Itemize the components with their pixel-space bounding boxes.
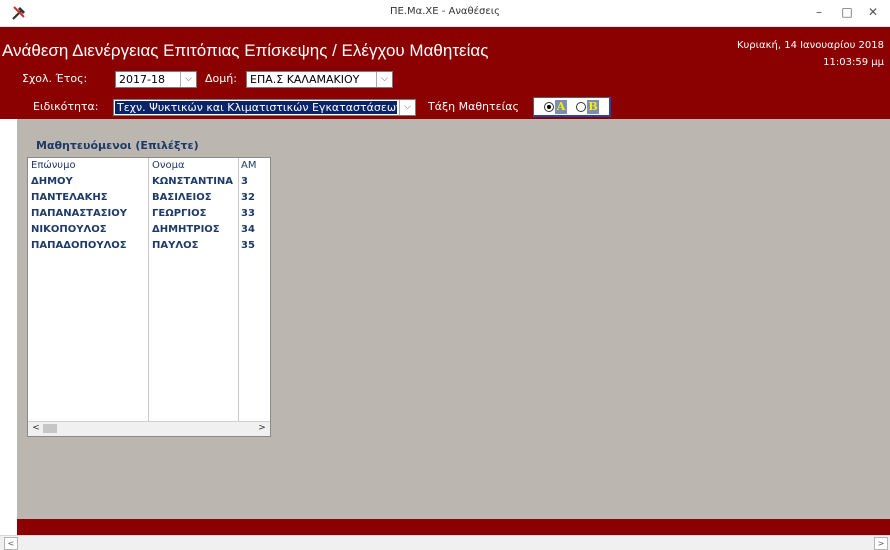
minimize-button[interactable]: – bbox=[808, 3, 830, 21]
row-surname[interactable]: ΔΗΜΟΥ bbox=[31, 176, 73, 187]
row-surname[interactable]: ΝΙΚΟΠΟΥΛΟΣ bbox=[31, 224, 107, 235]
arrow-right-icon[interactable]: > bbox=[874, 537, 888, 550]
chevron-down-icon[interactable]: ⌵ bbox=[180, 72, 196, 87]
column-header-am[interactable]: ΑΜ bbox=[241, 160, 256, 171]
class-option-b-label: B bbox=[587, 100, 599, 114]
radio-selected-icon[interactable] bbox=[544, 102, 554, 112]
row-name[interactable]: ΒΑΣΙΛΕΙΟΣ bbox=[152, 192, 212, 203]
school-year-label: Σχολ. Έτος: bbox=[22, 72, 88, 85]
specialty-value: Τεχν. Ψυκτικών και Κλιματιστικών Εγκατασ… bbox=[115, 101, 397, 114]
column-divider bbox=[148, 158, 149, 422]
page-title: Ανάθεση Διενέργειας Επιτόπιας Επίσκεψης … bbox=[2, 41, 489, 60]
chevron-down-icon[interactable]: ⌵ bbox=[399, 100, 415, 115]
window-horizontal-scrollbar[interactable]: < > bbox=[0, 535, 890, 550]
row-surname[interactable]: ΠΑΝΤΕΛΑΚΗΣ bbox=[31, 192, 108, 203]
row-name[interactable]: ΚΩΝΣΤΑΝΤΙΝΑ bbox=[152, 176, 233, 187]
row-am[interactable]: 33 bbox=[241, 208, 255, 219]
arrow-left-icon[interactable]: < bbox=[4, 537, 18, 550]
specialty-select[interactable]: Τεχν. Ψυκτικών και Κλιματιστικών Εγκατασ… bbox=[113, 99, 416, 116]
structure-select[interactable]: ΕΠΑ.Σ ΚΑΛΑΜΑΚΙΟΥ ⌵ bbox=[246, 71, 393, 88]
class-option-a[interactable]: A bbox=[544, 100, 570, 114]
row-am[interactable]: 3 bbox=[241, 176, 248, 187]
column-header-name[interactable]: Ονομα bbox=[152, 160, 185, 171]
apprentices-list[interactable]: Επώνυμο Ονομα ΑΜ ΔΗΜΟΥ ΚΩΝΣΤΑΝΤΙΝΑ 3 ΠΑΝ… bbox=[27, 157, 271, 437]
column-divider bbox=[238, 158, 239, 422]
specialty-label: Ειδικότητα: bbox=[33, 100, 99, 113]
current-time: 11:03:59 μμ bbox=[823, 57, 884, 68]
arrow-left-icon[interactable]: < bbox=[29, 422, 43, 435]
form-footer bbox=[17, 519, 890, 535]
list-horizontal-scrollbar[interactable]: < > bbox=[28, 421, 270, 436]
structure-label: Δομή: bbox=[205, 72, 237, 85]
school-year-select[interactable]: 2017-18 ⌵ bbox=[115, 71, 197, 88]
column-header-surname[interactable]: Επώνυμο bbox=[31, 160, 76, 171]
class-option-b[interactable]: B bbox=[576, 100, 602, 114]
row-name[interactable]: ΔΗΜΗΤΡΙΟΣ bbox=[152, 224, 220, 235]
row-name[interactable]: ΓΕΩΡΓΙΟΣ bbox=[152, 208, 206, 219]
row-name[interactable]: ΠΑΥΛΟΣ bbox=[152, 240, 198, 251]
arrow-right-icon[interactable]: > bbox=[255, 422, 269, 435]
scrollbar-thumb[interactable] bbox=[43, 424, 57, 433]
maximize-button[interactable]: □ bbox=[836, 3, 858, 21]
current-date: Κυριακή, 14 Ιανουαρίου 2018 bbox=[736, 40, 884, 51]
row-surname[interactable]: ΠΑΠΑΔΟΠΟΥΛΟΣ bbox=[31, 240, 127, 251]
radio-icon[interactable] bbox=[576, 102, 586, 112]
class-label: Τάξη Μαθητείας bbox=[428, 100, 520, 113]
class-option-a-label: A bbox=[555, 100, 567, 114]
row-am[interactable]: 32 bbox=[241, 192, 255, 203]
form-header: Ανάθεση Διενέργειας Επιτόπιας Επίσκεψης … bbox=[0, 27, 890, 119]
window-titlebar: ΠΕ.Μα.ΧΕ - Αναθέσεις – □ ✕ bbox=[0, 0, 890, 27]
close-button[interactable]: ✕ bbox=[862, 3, 884, 21]
row-surname[interactable]: ΠΑΠΑΝΑΣΤΑΣΙΟΥ bbox=[31, 208, 127, 219]
structure-value: ΕΠΑ.Σ ΚΑΛΑΜΑΚΙΟΥ bbox=[250, 73, 360, 86]
row-am[interactable]: 34 bbox=[241, 224, 255, 235]
apprentices-title: Μαθητευόμενοι (Επιλέξτε) bbox=[36, 139, 199, 152]
school-year-value: 2017-18 bbox=[119, 73, 165, 86]
row-am[interactable]: 35 bbox=[241, 240, 255, 251]
window-title: ΠΕ.Μα.ΧΕ - Αναθέσεις bbox=[389, 6, 501, 17]
class-option-group[interactable]: A B bbox=[533, 97, 611, 117]
chevron-down-icon[interactable]: ⌵ bbox=[376, 72, 392, 87]
content-area: Μαθητευόμενοι (Επιλέξτε) Επώνυμο Ονομα Α… bbox=[17, 119, 890, 519]
